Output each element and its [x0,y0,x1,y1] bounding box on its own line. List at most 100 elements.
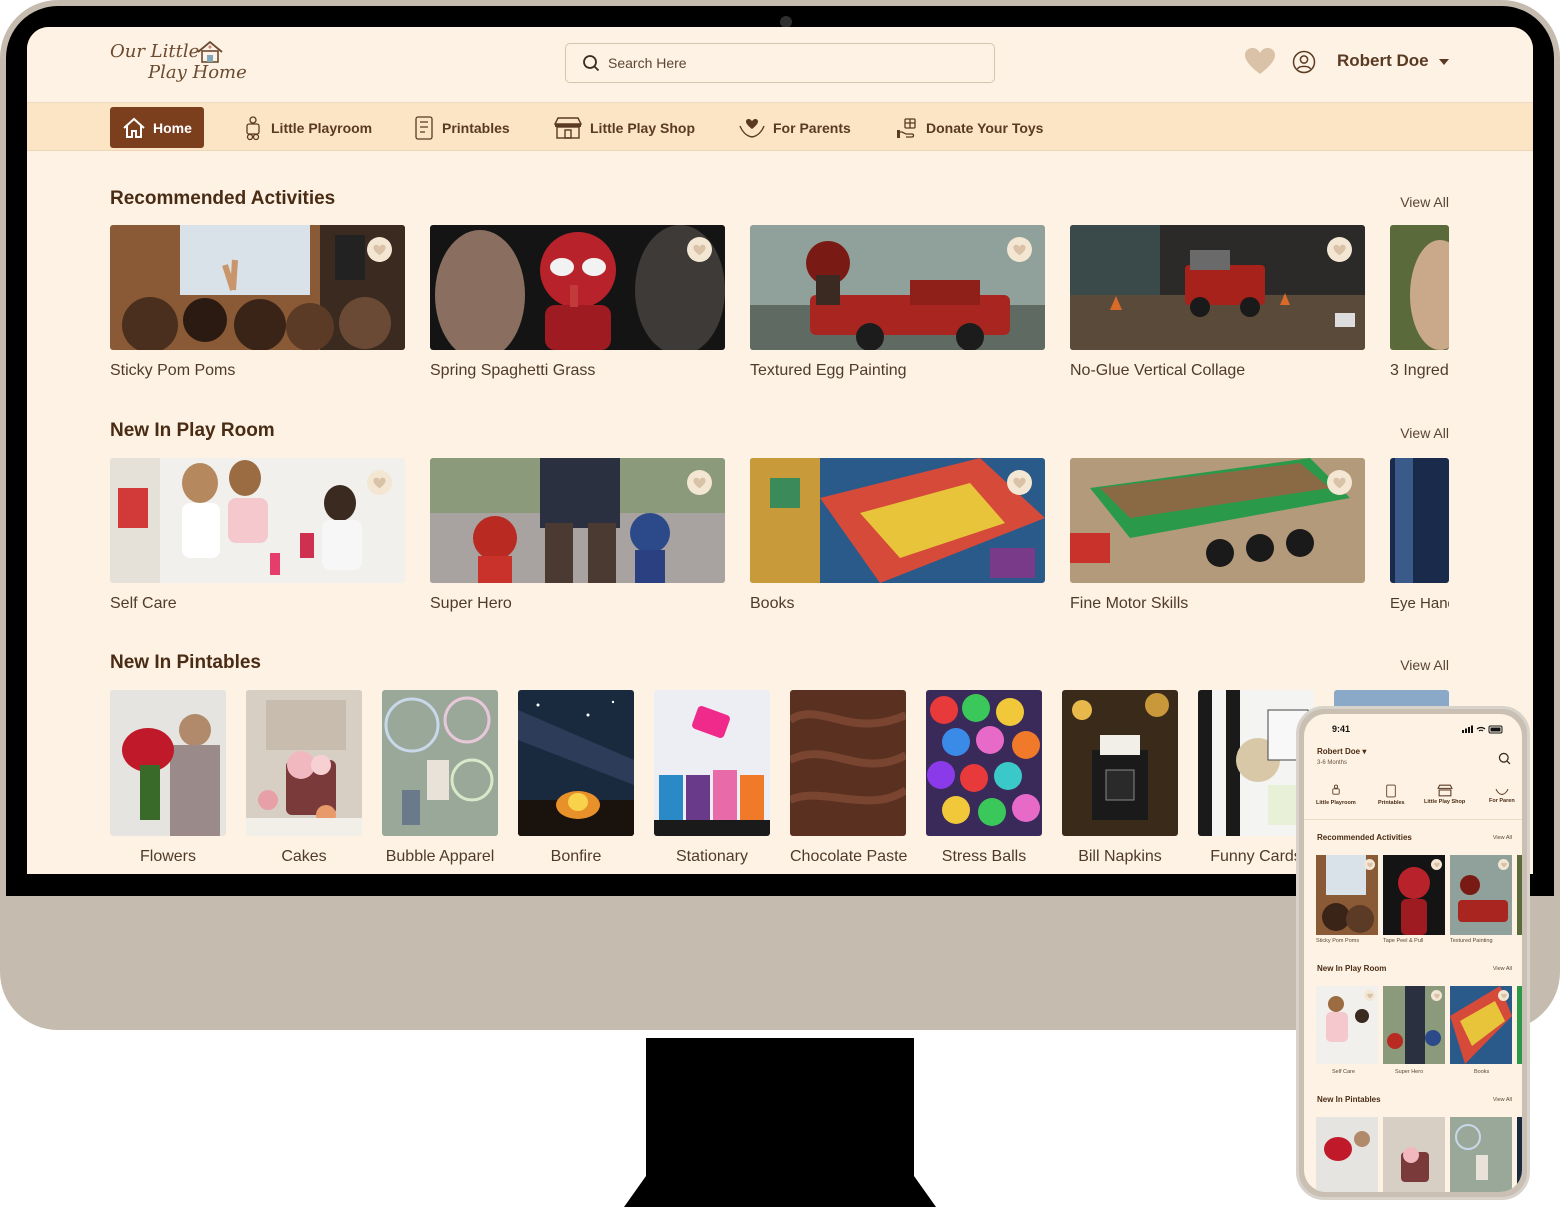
mobile-playroom-card-partial[interactable]: F [1517,986,1522,1068]
activity-card[interactable]: No-Glue Vertical Collage [1070,225,1365,395]
search-input[interactable] [608,52,978,74]
favorite-heart-icon[interactable] [1498,990,1509,1001]
mobile-user-age: 3-6 Months [1317,760,1348,766]
mobile-nav-label: Little Playroom [1316,800,1356,806]
activity-label: No-Glue Vertical Collage [1070,362,1246,379]
home-icon [123,117,145,138]
favorite-heart-icon[interactable] [1327,237,1352,262]
nav-item-printables[interactable]: Printables [403,107,520,148]
mobile-search-icon[interactable] [1498,752,1511,765]
view-all-printables[interactable]: View All [1373,657,1449,673]
view-all-recommended[interactable]: View All [1373,194,1449,210]
mobile-printable-image-partial[interactable] [1517,1117,1522,1192]
nav-item-little-playroom[interactable]: Little Playroom [232,107,382,148]
playroom-label: Super Hero [430,595,512,612]
mobile-nav-printables[interactable]: Printables [1378,784,1405,806]
printable-image-napkins [1062,690,1178,836]
mobile-view-all[interactable]: View All [1472,1097,1512,1103]
brand-logo[interactable]: Our Little Play Home [110,40,247,88]
printable-card[interactable]: Stationary [654,690,770,870]
nav-label: Home [153,119,192,136]
printable-label: Flowers [139,848,196,865]
mobile-playroom-card[interactable]: Self Care [1316,986,1378,1075]
mobile-nav-label: For Paren [1489,798,1515,804]
mobile-activity-card[interactable]: Sticky Pom Poms [1316,855,1378,944]
mobile-playroom-label: Self Care [1332,1069,1355,1075]
playroom-card[interactable]: Super Hero [430,458,725,628]
favorite-heart-icon[interactable] [1364,990,1375,1001]
mobile-device: 9:41 Robert Doe ▾ 3-6 Months Little Play… [1296,706,1530,1200]
favorite-heart-icon[interactable] [1327,470,1352,495]
nav-label: Donate Your Toys [926,119,1044,136]
favorite-heart-icon[interactable] [1007,237,1032,262]
activity-image-partial [1390,225,1449,350]
mobile-user-name[interactable]: Robert Doe ▾ [1317,747,1366,756]
printable-card[interactable]: Cakes [246,690,362,870]
favorite-heart-icon[interactable] [1007,470,1032,495]
favorite-heart-icon[interactable] [1431,990,1442,1001]
mobile-view-all[interactable]: View All [1472,835,1512,841]
nav-item-for-parents[interactable]: For Parents [728,107,861,148]
user-account-icon[interactable] [1292,50,1316,74]
playroom-card-partial[interactable]: Eye Hand [1390,458,1449,628]
mobile-playroom-label: Super Hero [1395,1069,1424,1075]
site-header: Our Little Play Home Search Here Robert … [27,27,1533,103]
nav-item-home[interactable]: Home [110,107,204,148]
mobile-nav-for-parents[interactable]: For Paren [1489,784,1515,804]
mobile-playroom-card[interactable]: Super Hero [1383,986,1445,1075]
mobile-nav-little-play-shop[interactable]: Little Play Shop [1424,784,1465,805]
playroom-card[interactable]: Books [750,458,1045,628]
favorite-heart-icon[interactable] [687,237,712,262]
printable-card[interactable]: Stress Balls [926,690,1042,870]
view-all-playroom[interactable]: View All [1373,425,1449,441]
playroom-card[interactable]: Fine Motor Skills [1070,458,1365,628]
printable-card[interactable]: Bubble Apparel [382,690,498,870]
printable-card[interactable]: Chocolate Paste [790,690,908,870]
favorite-heart-icon[interactable] [1498,859,1509,870]
nav-label: For Parents [773,119,851,136]
monitor-stand-base [624,1176,936,1207]
favorite-heart-icon[interactable] [1364,859,1375,870]
activity-label: Sticky Pom Poms [110,362,236,379]
toy-icon [246,115,260,140]
user-name-menu[interactable]: Robert Doe [1337,51,1429,71]
printable-label: Chocolate Paste [790,848,908,865]
search-bar[interactable] [565,43,995,83]
activity-image-classroom [110,225,405,350]
playroom-image-self-care [110,458,405,583]
search-icon [583,55,600,72]
printable-card[interactable]: Flowers [110,690,226,870]
nav-item-little-play-shop[interactable]: Little Play Shop [543,107,705,148]
favorites-heart-icon[interactable] [1244,47,1276,75]
mobile-activity-label: Tape Peel & Pull [1383,938,1424,944]
mobile-printable-image[interactable] [1316,1117,1378,1192]
nav-item-donate-your-toys[interactable]: Donate Your Toys [885,107,1053,148]
playroom-image-super-hero [430,458,725,583]
mobile-nav-little-playroom[interactable]: Little Playroom [1316,784,1356,806]
mobile-activity-card[interactable]: Tape Peel & Pull [1383,855,1445,944]
chevron-down-icon[interactable] [1439,59,1449,65]
printable-image-bubbles [382,690,498,836]
activity-card[interactable]: Sticky Pom Poms [110,225,405,395]
mobile-activity-card-partial[interactable] [1517,855,1522,937]
mobile-printable-image[interactable] [1383,1117,1445,1192]
favorite-heart-icon[interactable] [687,470,712,495]
favorite-heart-icon[interactable] [367,237,392,262]
mobile-view-all[interactable]: View All [1472,966,1512,972]
favorite-heart-icon[interactable] [367,470,392,495]
mobile-section-title: New In Pintables [1317,1095,1381,1104]
mobile-playroom-card[interactable]: Books [1450,986,1512,1075]
mobile-activity-card[interactable]: Textured Painting [1450,855,1512,944]
mobile-nav-label: Little Play Shop [1424,799,1466,805]
mobile-printable-image[interactable] [1450,1117,1512,1192]
favorite-heart-icon[interactable] [1431,859,1442,870]
playroom-label: Fine Motor Skills [1070,595,1189,612]
activity-card-partial[interactable]: 3 Ingred [1390,225,1449,395]
brand-line-1: Our Little [110,41,200,62]
playroom-card[interactable]: Self Care [110,458,405,628]
activity-card[interactable]: Spring Spaghetti Grass [430,225,725,395]
printable-card[interactable]: Bill Napkins [1062,690,1178,870]
printable-card[interactable]: Bonfire [518,690,634,870]
activity-card[interactable]: Textured Egg Painting [750,225,1045,395]
printable-label: Bill Napkins [1078,848,1162,865]
